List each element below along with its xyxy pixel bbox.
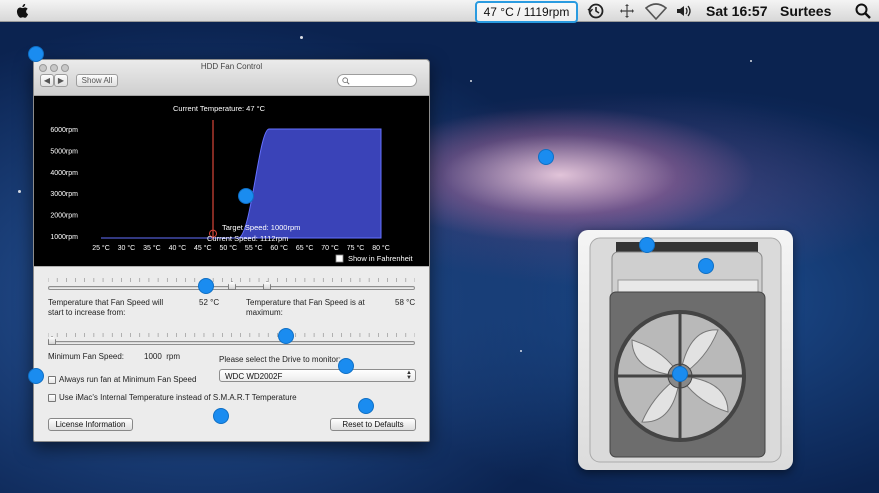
x-tick-label: 30 °C: [118, 244, 136, 252]
annotation-dot: [238, 188, 254, 204]
annotation-dot: [538, 149, 554, 165]
minimum-fan-speed-slider[interactable]: [48, 341, 415, 345]
x-tick-label: 25 °C: [92, 244, 110, 252]
x-tick-label: 65 °C: [296, 244, 314, 252]
show-fahrenheit-label: Show in Fahrenheit: [348, 254, 414, 263]
x-tick-label: 80 °C: [372, 244, 390, 252]
imac-temperature-label: Use iMac's Internal Temperature instead …: [59, 393, 297, 402]
start-temperature-thumb[interactable]: [228, 281, 236, 290]
always-minimum-checkbox[interactable]: [48, 376, 56, 384]
y-tick-label: 6000rpm: [50, 127, 78, 134]
menu-clock[interactable]: Sat 16:57: [706, 3, 767, 19]
fan-curve-graph[interactable]: Current Temperature: 47 °C 1000rpm 2000rp…: [34, 96, 429, 266]
annotation-dot: [198, 278, 214, 294]
minimum-fan-speed-label: Minimum Fan Speed:: [48, 352, 125, 361]
annotation-dot: [358, 398, 374, 414]
start-temperature-label: Temperature that Fan Speed will start to…: [48, 298, 164, 317]
annotation-dot: [639, 237, 655, 253]
graph-divider: [34, 266, 429, 267]
show-all-button[interactable]: Show All: [76, 74, 118, 87]
star-decoration: [18, 190, 21, 193]
wifi-icon[interactable]: [645, 2, 667, 20]
speed-slider-ticks: [48, 333, 415, 337]
apple-icon[interactable]: [14, 2, 32, 20]
fan-status-menu-item[interactable]: 47 °C / 1119rpm: [475, 1, 578, 23]
x-tick-label: 50 °C: [219, 244, 237, 252]
hdd-fan-icon: [589, 237, 782, 463]
annotation-dot: [28, 46, 44, 62]
x-tick-label: 55 °C: [245, 244, 263, 252]
fan-speed-area: [101, 128, 382, 239]
select-arrows-icon: ▲ ▼: [406, 370, 412, 381]
x-tick-label: 40 °C: [169, 244, 187, 252]
window-titlebar: HDD Fan Control ◀ ▶ Show All: [34, 60, 429, 96]
show-fahrenheit-checkbox[interactable]: [335, 254, 344, 263]
hdd-fan-control-app-icon[interactable]: [578, 230, 793, 470]
hdd-fan-control-window: HDD Fan Control ◀ ▶ Show All Current Tem…: [33, 59, 430, 442]
fan-curve-chart: Current Temperature: 47 °C 1000rpm 2000rp…: [50, 104, 414, 263]
back-button[interactable]: ◀: [40, 74, 54, 87]
license-information-button[interactable]: License Information: [48, 418, 133, 431]
annotation-dot: [278, 328, 294, 344]
minimum-fan-speed-thumb[interactable]: [48, 336, 56, 345]
max-temperature-label: Temperature that Fan Speed is at maximum…: [246, 298, 365, 317]
window-title: HDD Fan Control: [200, 62, 263, 71]
y-tick-label: 3000rpm: [50, 191, 78, 198]
always-minimum-label: Always run fan at Minimum Fan Speed: [59, 375, 197, 384]
annotation-dot: [698, 258, 714, 274]
temperature-slider-ticks: [48, 278, 415, 282]
max-temperature-thumb[interactable]: [263, 281, 271, 290]
x-tick-label: 75 °C: [347, 244, 365, 252]
forward-button[interactable]: ▶: [54, 74, 68, 87]
imac-temperature-checkbox[interactable]: [48, 394, 56, 402]
drive-select-value: WDC WD2002F: [225, 372, 283, 381]
reset-to-defaults-button[interactable]: Reset to Defaults: [330, 418, 416, 431]
annotation-dot: [213, 408, 229, 424]
star-decoration: [470, 80, 472, 82]
target-speed-label: Target Speed: 1000rpm: [222, 223, 300, 232]
network-icon[interactable]: [618, 2, 636, 20]
annotation-dot: [28, 368, 44, 384]
x-tick-label: 45 °C: [194, 244, 212, 252]
spotlight-icon[interactable]: [854, 2, 872, 20]
y-tick-label: 2000rpm: [50, 213, 78, 220]
x-tick-label: 35 °C: [143, 244, 161, 252]
menu-user-name[interactable]: Surtees: [780, 3, 831, 19]
max-temperature-value: 58 °C: [395, 298, 416, 307]
current-speed-label: Current Speed: 1112rpm: [207, 234, 288, 243]
time-machine-icon[interactable]: [587, 2, 605, 20]
search-icon: [342, 77, 350, 85]
search-field[interactable]: [337, 74, 417, 87]
annotation-dot: [672, 366, 688, 382]
star-decoration: [520, 350, 522, 352]
y-tick-label: 5000rpm: [50, 148, 78, 155]
drive-select-label: Please select the Drive to monitor:: [219, 355, 341, 364]
x-tick-label: 70 °C: [321, 244, 339, 252]
drive-select[interactable]: WDC WD2002F ▲ ▼: [219, 369, 416, 382]
menu-bar: 47 °C / 1119rpm Sat 16:57 Surtees: [0, 0, 879, 23]
minimum-fan-speed-value: 1000 rpm: [144, 352, 181, 361]
x-tick-label: 60 °C: [270, 244, 288, 252]
annotation-dot: [338, 358, 354, 374]
start-temperature-value: 52 °C: [199, 298, 220, 307]
current-temperature-label: Current Temperature: 47 °C: [173, 104, 266, 113]
star-decoration: [300, 36, 303, 39]
volume-icon[interactable]: [675, 2, 693, 20]
y-tick-label: 1000rpm: [50, 234, 78, 241]
star-decoration: [750, 60, 752, 62]
y-tick-label: 4000rpm: [50, 170, 78, 177]
